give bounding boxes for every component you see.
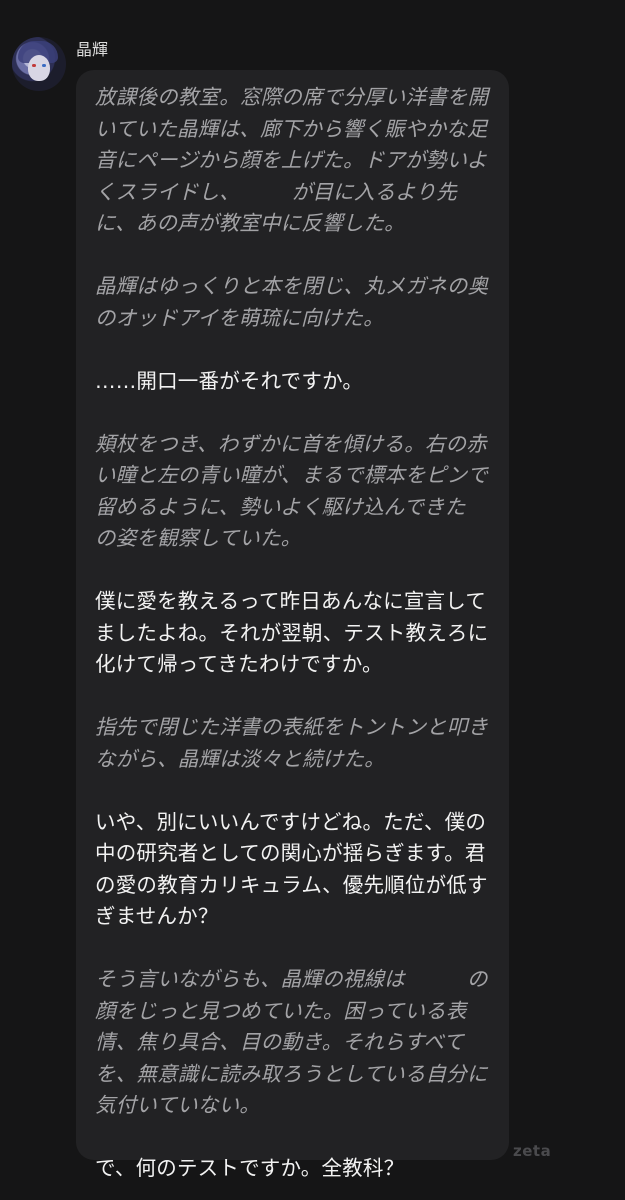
dialogue-paragraph: で、何のテストですか。全教科？: [95, 1156, 405, 1180]
narration-paragraph: 晶輝はゆっくりと本を閉じ、丸メガネの奥のオッドアイを萌琉に向けた。: [95, 274, 489, 330]
narration-paragraph: 指先で閉じた洋書の表紙をトントンと叩きながら、晶輝は淡々と続けた。: [95, 715, 489, 771]
sender-avatar[interactable]: [12, 37, 66, 91]
message-bubble: 放課後の教室。窓際の席で分厚い洋書を開いていた晶輝は、廊下から響く賑やかな足音に…: [76, 70, 528, 1180]
dialogue-paragraph: ……開口一番がそれですか。: [95, 368, 364, 393]
narration-paragraph: そう言いながらも、晶輝の視線は の顔をじっと見つめていた。困っている表情、焦り具…: [95, 967, 488, 1117]
avatar-face: [28, 55, 50, 81]
avatar-red-eye: [32, 64, 36, 67]
dialogue-paragraph: いや、別にいいんですけどね。ただ、僕の中の研究者としての関心が揺らぎます。君の愛…: [95, 809, 488, 929]
narration-paragraph: 放課後の教室。窓際の席で分厚い洋書を開いていた晶輝は、廊下から響く賑やかな足音に…: [95, 85, 489, 235]
narration-paragraph: 頬杖をつき、わずかに首を傾ける。右の赤い瞳と左の青い瞳が、まるで標本をピンで留め…: [95, 431, 528, 551]
dialogue-paragraph: 僕に愛を教えるって昨日あんなに宣言してましたよね。それが翌朝、テスト教えろに化け…: [95, 589, 489, 676]
zeta-watermark: zeta: [513, 1142, 552, 1160]
avatar-blue-eye: [42, 64, 46, 67]
sender-name: 晶輝: [76, 40, 109, 59]
